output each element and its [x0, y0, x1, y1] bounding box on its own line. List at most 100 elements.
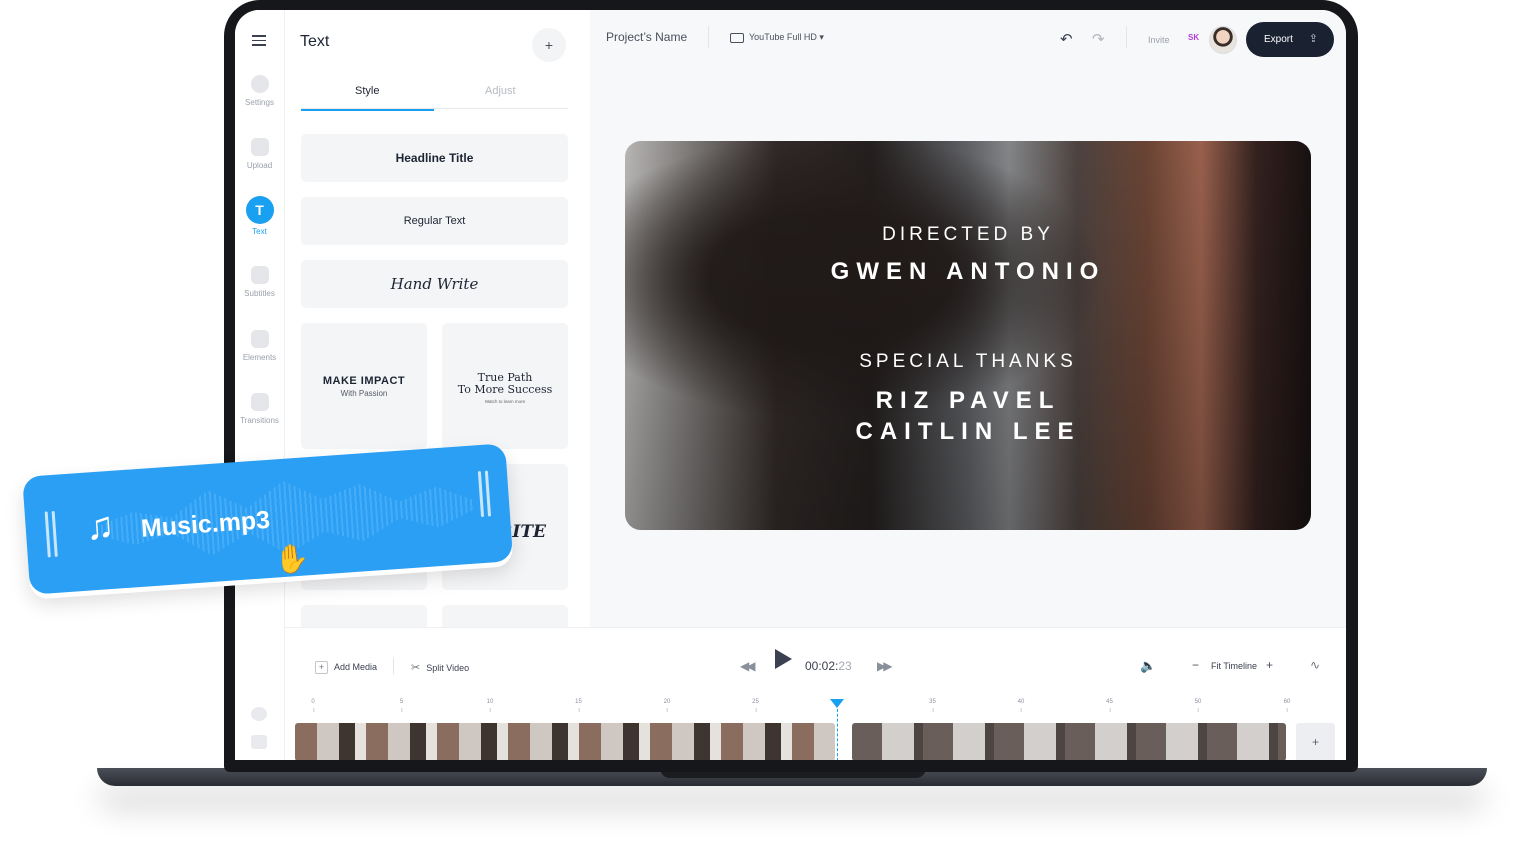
- user-initials[interactable]: SK: [1188, 33, 1199, 42]
- ruler-tick: 25: [752, 699, 759, 712]
- transitions-icon: [250, 393, 269, 411]
- undo-icon[interactable]: ↶: [1060, 30, 1073, 48]
- style-hand-write[interactable]: Hand Write: [301, 260, 568, 308]
- sidebar-item-label: Text: [252, 227, 267, 236]
- editor-stage: Project’s Name YouTube Full HD ▾ ↶ ↷ Inv…: [590, 10, 1346, 627]
- zoom-out-button[interactable]: −: [1192, 658, 1199, 672]
- style-title: True Path To More Success: [442, 372, 568, 396]
- redo-icon[interactable]: ↷: [1092, 30, 1105, 48]
- ruler-tick: 35: [929, 699, 936, 712]
- music-note-icon: ♫: [84, 504, 116, 549]
- trim-handle-left[interactable]: [51, 510, 58, 557]
- ruler-tick: 50: [1194, 699, 1202, 712]
- text-icon: T: [245, 196, 274, 224]
- sidebar-item-elements[interactable]: Elements: [235, 330, 284, 362]
- app-screen: Settings Upload T Text Subtitles Element…: [235, 10, 1346, 760]
- add-media-button[interactable]: + Add Media: [315, 661, 377, 674]
- project-name[interactable]: Project’s Name: [606, 30, 687, 44]
- playhead-handle-icon[interactable]: [830, 699, 844, 708]
- credit-line[interactable]: DIRECTED BY: [625, 224, 1311, 246]
- split-video-label: Split Video: [426, 663, 470, 673]
- youtube-icon: [730, 32, 744, 43]
- add-clip-button[interactable]: +: [1296, 723, 1335, 760]
- help-icon[interactable]: [251, 707, 267, 721]
- credit-line[interactable]: GWEN ANTONIO: [625, 258, 1311, 286]
- keyboard-icon[interactable]: [251, 735, 267, 749]
- sidebar-item-settings[interactable]: Settings: [235, 75, 284, 107]
- add-text-button[interactable]: +: [532, 28, 566, 62]
- scissors-icon: ✂: [411, 662, 421, 674]
- ruler-tick: 5: [399, 699, 404, 712]
- divider: [1126, 26, 1127, 48]
- format-label: YouTube Full HD: [749, 32, 817, 42]
- sidebar-item-upload[interactable]: Upload: [235, 138, 284, 170]
- export-label: Export: [1264, 34, 1293, 45]
- waveform-icon[interactable]: ∿: [1310, 658, 1320, 672]
- timecode-main: 00:02:: [805, 659, 839, 673]
- trim-handle-right[interactable]: [484, 470, 492, 517]
- top-bar: Project’s Name YouTube Full HD ▾ ↶ ↷ Inv…: [590, 10, 1346, 65]
- style-subtitle: Watch to learn more: [484, 399, 526, 404]
- video-preview[interactable]: DIRECTED BY GWEN ANTONIO SPECIAL THANKS …: [625, 141, 1311, 530]
- add-media-label: Add Media: [334, 661, 378, 672]
- style-make-impact[interactable]: MAKE IMPACT With Passion: [301, 323, 427, 449]
- timecode-frames: 23: [838, 659, 852, 673]
- credit-line[interactable]: SPECIAL THANKS: [625, 351, 1311, 373]
- invite-link[interactable]: Invite: [1148, 35, 1170, 45]
- video-clip[interactable]: [295, 723, 835, 760]
- style-true-path[interactable]: True Path To More Success Watch to learn…: [442, 323, 568, 449]
- credit-line[interactable]: RIZ PAVEL: [625, 387, 1311, 415]
- sidebar-item-text[interactable]: T Text: [235, 196, 284, 236]
- tab-adjust[interactable]: Adjust: [485, 85, 516, 97]
- style-title-line-2: To More Success: [457, 383, 553, 396]
- plus-icon: +: [315, 661, 328, 674]
- format-dropdown[interactable]: YouTube Full HD ▾: [730, 32, 824, 43]
- divider: [708, 26, 709, 48]
- fit-timeline-button[interactable]: Fit Timeline: [1211, 661, 1257, 671]
- upload-icon: [250, 138, 269, 156]
- sidebar-item-label: Subtitles: [244, 289, 275, 298]
- ruler-tick: 10: [486, 699, 494, 712]
- timeline: + Add Media ✂ Split Video ◀◀ 00:02:23 ▶▶ 🔈…: [285, 627, 1346, 760]
- sidebar-item-label: Upload: [246, 161, 273, 170]
- play-icon[interactable]: [775, 649, 792, 669]
- trim-handle-left[interactable]: [44, 511, 51, 558]
- credit-line[interactable]: CAITLIN LEE: [625, 418, 1311, 446]
- music-file-name: Music.mp3: [140, 505, 271, 543]
- icon-rail: Settings Upload T Text Subtitles Element…: [235, 10, 285, 760]
- subtitles-icon: [250, 266, 269, 284]
- style-regular-text[interactable]: Regular Text: [301, 197, 568, 245]
- ruler-tick: 15: [575, 699, 582, 712]
- preview-overlay: [625, 141, 1311, 530]
- sidebar-item-subtitles[interactable]: Subtitles: [235, 266, 284, 298]
- ruler-tick: 0: [311, 699, 315, 712]
- panel-title: Text: [300, 33, 330, 50]
- split-video-button[interactable]: ✂ Split Video: [411, 661, 469, 674]
- ruler-tick: 45: [1106, 699, 1113, 712]
- playhead[interactable]: [830, 699, 844, 760]
- timeline-ruler[interactable]: 0 5 10 15 20 25 30 35 40 45 50 55 60: [311, 699, 1293, 713]
- zoom-in-button[interactable]: +: [1266, 658, 1273, 672]
- style-headline-title[interactable]: Headline Title: [301, 134, 568, 182]
- chevron-down-icon: ▾: [819, 32, 824, 42]
- avatar[interactable]: [1209, 26, 1237, 54]
- ruler-tick: 60: [1283, 699, 1291, 712]
- sidebar-item-transitions[interactable]: Transitions: [235, 393, 284, 425]
- ruler-tick: 20: [663, 699, 671, 712]
- elements-icon: [250, 330, 269, 348]
- tab-active-indicator: [301, 109, 434, 111]
- timecode: 00:02:23: [805, 659, 852, 673]
- style-title: MAKE IMPACT: [322, 375, 406, 387]
- sidebar-item-label: Transitions: [240, 416, 279, 425]
- volume-icon[interactable]: 🔈: [1140, 658, 1156, 674]
- trim-handle-right[interactable]: [477, 471, 485, 518]
- export-button[interactable]: Export ⇪: [1246, 22, 1334, 57]
- video-clip[interactable]: [852, 723, 1286, 760]
- hamburger-menu-icon[interactable]: [252, 35, 266, 49]
- rewind-icon[interactable]: ◀◀: [740, 659, 756, 673]
- sidebar-item-label: Elements: [242, 353, 277, 362]
- fast-forward-icon[interactable]: ▶▶: [877, 659, 893, 673]
- upload-icon: ⇪: [1308, 33, 1318, 45]
- tab-style[interactable]: Style: [355, 85, 379, 97]
- ruler-tick: 40: [1017, 699, 1025, 712]
